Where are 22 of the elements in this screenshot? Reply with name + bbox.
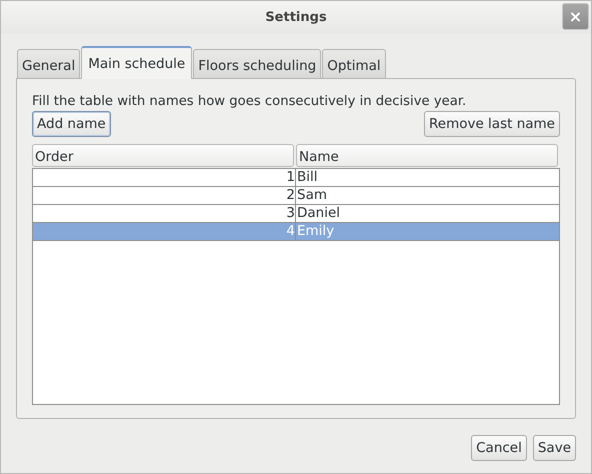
table-row[interactable]: 1 Bill <box>33 169 559 187</box>
column-header[interactable]: Name <box>296 144 558 167</box>
name-cell: Sam <box>296 187 327 204</box>
dialog-button[interactable]: Cancel <box>471 435 527 461</box>
name-cell: Emily <box>296 223 334 240</box>
remove-last-name-button[interactable]: Remove last name <box>424 111 560 137</box>
order-cell: 4 <box>33 223 296 240</box>
window-title: Settings <box>265 10 327 25</box>
order-cell: 3 <box>33 205 296 222</box>
tab[interactable]: General <box>17 49 80 78</box>
order-cell: 1 <box>33 169 296 186</box>
add-name-button[interactable]: Add name <box>32 111 111 137</box>
tab[interactable]: Floors scheduling <box>193 49 322 78</box>
instruction-text: Fill the table with names how goes consecutively in decisive year. <box>32 94 468 110</box>
table-row[interactable]: 2 Sam <box>33 187 559 205</box>
name-cell: Daniel <box>296 205 340 222</box>
tab[interactable]: Optimal <box>322 49 386 78</box>
tab[interactable]: Main schedule <box>81 46 192 79</box>
dialog-button[interactable]: Save <box>532 435 576 461</box>
order-cell: 2 <box>33 187 296 204</box>
column-header[interactable]: Order <box>32 144 294 167</box>
name-cell: Bill <box>296 169 318 186</box>
